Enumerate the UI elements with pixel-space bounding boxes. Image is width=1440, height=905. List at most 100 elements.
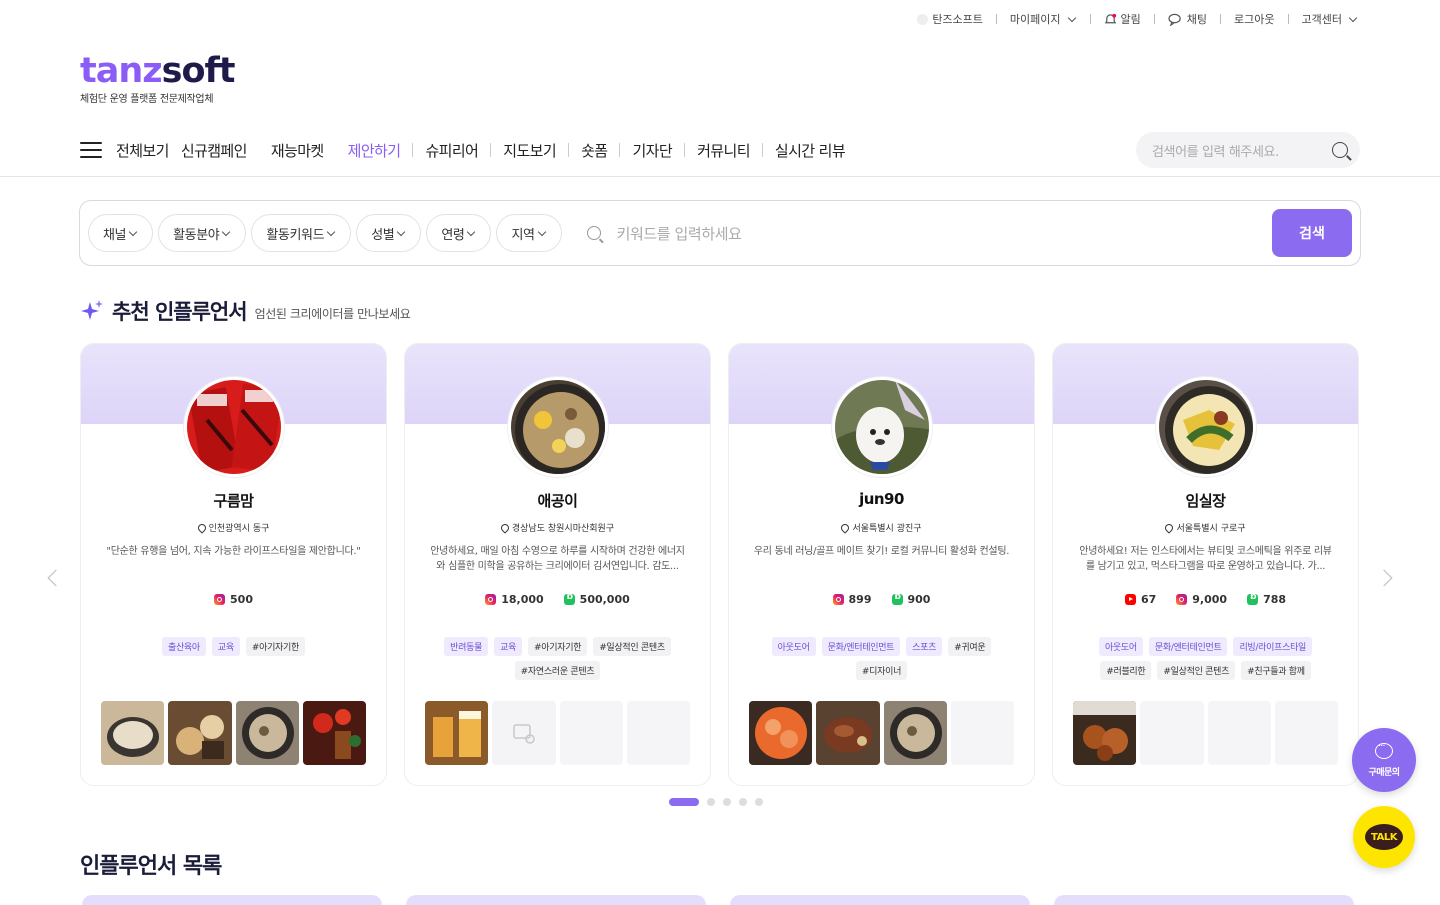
nav-item-reporters[interactable]: 기자단	[632, 140, 672, 161]
search-icon[interactable]	[1332, 142, 1348, 158]
category-tag: 스포츠	[906, 637, 943, 656]
content-thumbnails	[101, 701, 366, 765]
influencer-stats: 67 9,000 788	[1053, 592, 1358, 606]
nav-item-superior[interactable]: 슈피리어	[425, 140, 478, 161]
location-pin-icon	[499, 521, 511, 534]
carousel-next-arrow-icon[interactable]	[1375, 569, 1393, 587]
thumbnail[interactable]	[492, 701, 556, 765]
influencer-stats: 899 900	[729, 592, 1034, 606]
category-tag: 문화/엔터테인먼트	[1148, 637, 1228, 656]
influencer-stats: 18,000 500,000	[405, 592, 710, 606]
thumbnail[interactable]	[749, 701, 813, 765]
influencer-tags: 출산육아 교육 #아기자기한	[101, 637, 366, 656]
influencer-location: 인천광역시 동구	[81, 521, 386, 534]
influencer-description: 안녕하세요, 매일 아침 수영으로 하루를 시작하며 건강한 에너지와 심플한 …	[430, 546, 685, 572]
thumbnail[interactable]	[425, 701, 489, 765]
nav-item-map[interactable]: 지도보기	[503, 140, 556, 161]
chevron-down-icon	[326, 227, 336, 236]
category-tag: 아웃도어	[771, 637, 816, 656]
utility-bar: 탄즈소프트 마이페이지 알림 채팅 로그아웃 고객센터	[0, 0, 1440, 38]
keyword-tag: #일상적인 콘텐츠	[1157, 661, 1236, 680]
influencer-name: jun90	[859, 490, 904, 508]
keyword-tag: #자연스러운 콘텐츠	[514, 661, 601, 680]
blog-icon	[1247, 592, 1259, 605]
global-search-input[interactable]: 검색어를 입력 해주세요.	[1136, 132, 1360, 168]
thumbnail[interactable]	[1140, 701, 1204, 765]
nav-item-live-review[interactable]: 실시간 리뷰	[775, 140, 846, 161]
chevron-down-icon	[537, 227, 546, 236]
pagination-dot[interactable]	[707, 798, 715, 806]
filter-age[interactable]: 연령	[426, 214, 492, 252]
location-pin-icon	[1163, 521, 1176, 534]
category-tag: 출산육아	[161, 637, 206, 656]
keyword-tag: #디자이너	[855, 661, 908, 680]
topbar-chat[interactable]: 채팅	[1168, 11, 1207, 27]
list-card-stub	[1054, 895, 1354, 905]
thumbnail[interactable]	[559, 701, 623, 765]
hamburger-menu-icon[interactable]	[80, 142, 102, 158]
instagram-icon	[832, 594, 844, 605]
topbar-logout[interactable]: 로그아웃	[1234, 11, 1274, 27]
thumbnail[interactable]	[816, 701, 880, 765]
filter-gender[interactable]: 성별	[356, 214, 422, 252]
kakao-talk-button[interactable]: TALK	[1353, 806, 1415, 868]
search-button[interactable]: 검색	[1272, 209, 1352, 257]
chevron-down-icon	[1348, 13, 1358, 22]
chat-icon	[1168, 13, 1181, 26]
influencer-tags: 아웃도어 문화/엔터테인먼트 스포츠 #귀여운 #디자이너	[749, 637, 1014, 680]
pagination-dot[interactable]	[669, 798, 699, 806]
instagram-icon	[1176, 594, 1188, 605]
influencer-card[interactable]: jun90 서울특별시 광진구 우리 동네 러닝/골프 메이트 찾기! 로컬 커…	[728, 343, 1035, 786]
topbar-brand-link[interactable]: 탄즈소프트	[917, 11, 983, 27]
site-logo[interactable]: tanzsoft 체험단 운영 플랫폼 전문제작업체	[80, 52, 235, 105]
keyword-tag: #러블리한	[1100, 661, 1152, 680]
pagination-dot[interactable]	[755, 798, 763, 806]
filter-channel[interactable]: 채널	[88, 214, 154, 252]
thumbnail[interactable]	[1073, 701, 1137, 765]
influencer-name: 구름맘	[213, 492, 254, 510]
purchase-inquiry-button[interactable]: 구매문의	[1352, 728, 1416, 792]
influencer-card[interactable]: 임실장 서울특별시 구로구 안녕하세요! 저는 인스타에서는 뷰티및 코스메틱을…	[1052, 343, 1359, 786]
thumbnail[interactable]	[101, 701, 165, 765]
youtube-icon	[1124, 594, 1136, 605]
influencer-card[interactable]: 애공이 경상남도 창원시마산회원구 안녕하세요, 매일 아침 수영으로 하루를 …	[404, 343, 711, 786]
nav-item-talent-market[interactable]: 재능마켓	[271, 140, 324, 161]
carousel-prev-arrow-icon[interactable]	[47, 569, 65, 587]
thumbnail[interactable]	[1207, 701, 1271, 765]
filter-keyword[interactable]: 활동키워드	[251, 214, 352, 252]
nav-item-all[interactable]: 전체보기	[116, 140, 169, 161]
influencer-tags: 반려동물 교육 #아기자기한 #일상적인 콘텐츠 #자연스러운 콘텐츠	[425, 637, 690, 680]
content-thumbnails	[1073, 701, 1338, 765]
thumbnail[interactable]	[950, 701, 1014, 765]
keyword-tag: #아기자기한	[528, 637, 588, 656]
influencer-description: 우리 동네 러닝/골프 메이트 찾기! 로컬 커뮤니티 활성화 컨설팅.	[753, 546, 1010, 557]
pagination-dot[interactable]	[739, 798, 747, 806]
list-card-stub	[82, 895, 382, 905]
thumbnail[interactable]	[626, 701, 690, 765]
thumbnail[interactable]	[1274, 701, 1338, 765]
nav-item-new-campaign[interactable]: 신규캠페인	[181, 140, 248, 161]
logo-tagline: 체험단 운영 플랫폼 전문제작업체	[80, 94, 214, 105]
chevron-down-icon	[397, 227, 406, 236]
thumbnail[interactable]	[302, 701, 366, 765]
thumbnail[interactable]	[235, 701, 299, 765]
chevron-down-icon	[467, 227, 476, 236]
topbar-support[interactable]: 고객센터	[1302, 11, 1358, 27]
category-tag: 교육	[494, 637, 523, 656]
topbar-alarm[interactable]: 알림	[1104, 11, 1141, 27]
category-tag: 반려동물	[444, 637, 489, 656]
section-title: 추천 인플루언서	[112, 300, 248, 324]
keyword-search-input[interactable]: 키워드를 입력하세요	[586, 223, 1272, 244]
thumbnail[interactable]	[168, 701, 232, 765]
keyword-tag: #귀여운	[948, 637, 992, 656]
influencer-filter-bar: 채널 활동분야 활동키워드 성별 연령 지역 키워드를 입력하세요 검색	[79, 200, 1361, 266]
filter-field[interactable]: 활동분야	[158, 214, 247, 252]
filter-region[interactable]: 지역	[496, 214, 562, 252]
nav-item-shortform[interactable]: 숏폼	[581, 140, 608, 161]
influencer-card[interactable]: 구름맘 인천광역시 동구 "단순한 유행을 넘어, 지속 가능한 라이프스타일을…	[80, 343, 387, 786]
nav-item-community[interactable]: 커뮤니티	[697, 140, 750, 161]
pagination-dot[interactable]	[723, 798, 731, 806]
nav-item-proposal[interactable]: 제안하기	[348, 140, 401, 161]
topbar-mypage[interactable]: 마이페이지	[1010, 11, 1077, 27]
thumbnail[interactable]	[883, 701, 947, 765]
